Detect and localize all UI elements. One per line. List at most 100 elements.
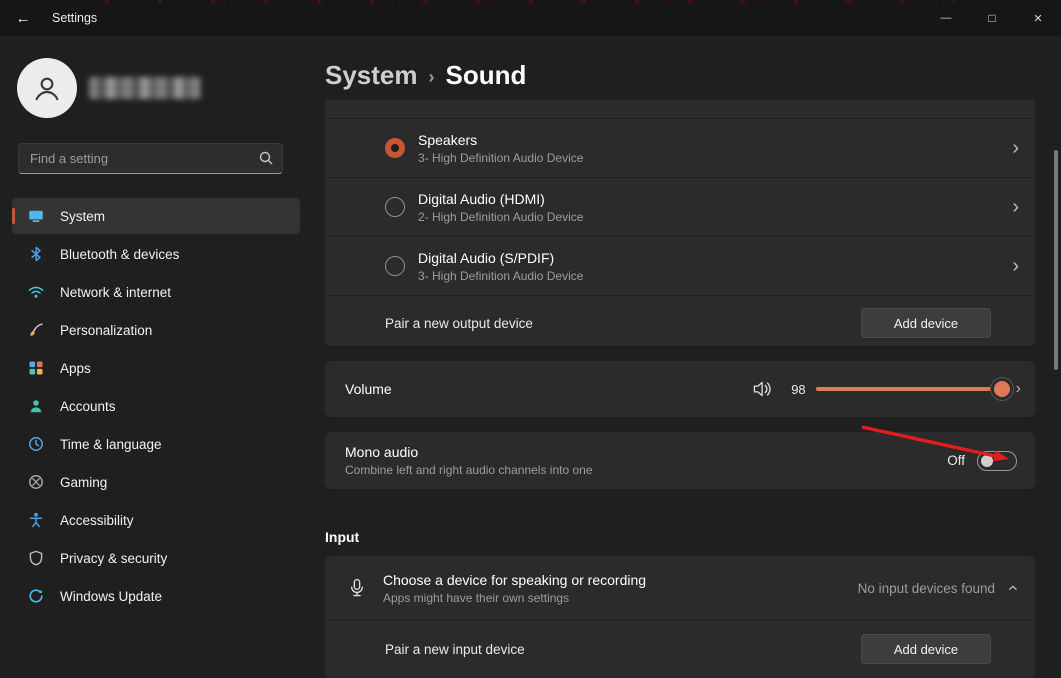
back-button[interactable]: ← [0, 0, 46, 36]
sidebar-item-privacy-security[interactable]: Privacy & security [12, 540, 300, 576]
shield-icon [28, 550, 44, 566]
device-row-digital-audio-hdmi[interactable]: Digital Audio (HDMI) 2- High Definition … [325, 178, 1035, 237]
radio-speakers[interactable] [385, 138, 405, 158]
volume-expand-chevron-icon[interactable]: › [1016, 381, 1021, 397]
section-title-input: Input [325, 529, 359, 545]
sidebar-item-label: Accounts [60, 399, 116, 414]
chevron-right-icon: › [1012, 197, 1019, 217]
sidebar-item-accounts[interactable]: Accounts [12, 388, 300, 424]
paintbrush-icon [28, 322, 44, 338]
output-devices-card: Speakers 3- High Definition Audio Device… [325, 100, 1035, 346]
mono-audio-card: Mono audio Combine left and right audio … [325, 432, 1035, 489]
sidebar-item-accessibility[interactable]: Accessibility [12, 502, 300, 538]
add-output-device-button[interactable]: Add device [861, 308, 991, 338]
accessibility-icon [28, 512, 44, 528]
avatar[interactable] [17, 58, 77, 118]
mono-audio-subtitle: Combine left and right audio channels in… [345, 463, 593, 477]
device-row-speakers[interactable]: Speakers 3- High Definition Audio Device… [325, 119, 1035, 178]
device-description: 2- High Definition Audio Device [418, 210, 583, 224]
search-icon[interactable] [259, 151, 273, 165]
back-arrow-icon: ← [16, 10, 31, 27]
sidebar-item-label: Time & language [60, 437, 162, 452]
add-input-device-button[interactable]: Add device [861, 634, 991, 664]
person-icon [28, 398, 44, 414]
minimize-button[interactable]: — [923, 0, 969, 36]
device-description: 3- High Definition Audio Device [418, 269, 583, 283]
input-device-row[interactable]: Choose a device for speaking or recordin… [325, 556, 1035, 621]
sidebar-item-label: Windows Update [60, 589, 162, 604]
apps-grid-icon [28, 360, 44, 376]
volume-slider-thumb[interactable] [994, 381, 1010, 397]
sidebar-item-windows-update[interactable]: Windows Update [12, 578, 300, 614]
wifi-icon [28, 284, 44, 300]
sidebar-item-label: Apps [60, 361, 91, 376]
volume-slider-fill [816, 387, 1002, 391]
sidebar-item-system[interactable]: System [12, 198, 300, 234]
sidebar-item-label: Personalization [60, 323, 152, 338]
minimize-icon: — [941, 12, 952, 24]
sidebar-item-time-language[interactable]: Time & language [12, 426, 300, 462]
input-choose-title: Choose a device for speaking or recordin… [383, 572, 646, 588]
sidebar-item-label: Network & internet [60, 285, 171, 300]
volume-slider[interactable] [816, 379, 1006, 399]
page-title: Sound [446, 60, 527, 91]
clipped-row [325, 100, 1035, 119]
sidebar-item-label: Accessibility [60, 513, 134, 528]
sidebar-item-bluetooth-devices[interactable]: Bluetooth & devices [12, 236, 300, 272]
device-name: Speakers [418, 132, 583, 148]
sidebar-item-label: Bluetooth & devices [60, 247, 179, 262]
clock-icon [28, 436, 44, 452]
sidebar-item-gaming[interactable]: Gaming [12, 464, 300, 500]
sidebar-item-personalization[interactable]: Personalization [12, 312, 300, 348]
pair-output-row: Pair a new output device Add device [325, 296, 1035, 346]
mono-audio-toggle[interactable] [977, 451, 1017, 471]
mono-audio-state-label: Off [947, 453, 965, 468]
device-name: Digital Audio (HDMI) [418, 191, 583, 207]
chevron-right-icon: › [1012, 256, 1019, 276]
chevron-up-icon[interactable]: › [1003, 585, 1021, 591]
input-card: Choose a device for speaking or recordin… [325, 556, 1035, 678]
input-choose-subtitle: Apps might have their own settings [383, 591, 646, 605]
pair-input-label: Pair a new input device [385, 642, 525, 657]
user-icon [31, 72, 63, 104]
scrollbar-thumb[interactable] [1054, 150, 1058, 370]
chevron-right-icon: › [1012, 138, 1019, 158]
device-row-digital-audio-spdif[interactable]: Digital Audio (S/PDIF) 3- High Definitio… [325, 237, 1035, 296]
close-icon: × [1034, 10, 1043, 27]
device-description: 3- High Definition Audio Device [418, 151, 583, 165]
titlebar: ← Settings — □ × [0, 0, 1061, 36]
bluetooth-icon [28, 246, 44, 262]
sidebar-item-label: Gaming [60, 475, 107, 490]
volume-value: 98 [784, 382, 806, 397]
radio-digital-audio-hdmi[interactable] [385, 197, 405, 217]
pair-output-label: Pair a new output device [385, 316, 533, 331]
sidebar-item-label: Privacy & security [60, 551, 167, 566]
microphone-icon [349, 578, 369, 598]
volume-label: Volume [345, 381, 392, 397]
user-name-redacted [89, 77, 201, 99]
maximize-icon: □ [988, 11, 995, 25]
radio-digital-audio-spdif[interactable] [385, 256, 405, 276]
sidebar-item-network-internet[interactable]: Network & internet [12, 274, 300, 310]
breadcrumb-separator-icon: › [429, 67, 435, 88]
sidebar-nav: System Bluetooth & devices Network & int… [0, 196, 312, 616]
search-box [18, 143, 283, 174]
breadcrumb: System › Sound [325, 60, 526, 91]
breadcrumb-system[interactable]: System [325, 60, 418, 91]
volume-card: Volume 98 › [325, 361, 1035, 417]
mono-audio-title: Mono audio [345, 444, 593, 460]
maximize-button[interactable]: □ [969, 0, 1015, 36]
device-name: Digital Audio (S/PDIF) [418, 250, 583, 266]
toggle-knob [981, 455, 993, 467]
search-input[interactable] [18, 143, 283, 174]
speaker-icon[interactable] [752, 380, 774, 398]
xbox-icon [28, 474, 44, 490]
close-button[interactable]: × [1015, 0, 1061, 36]
update-arrows-icon [28, 588, 44, 604]
pair-input-row: Pair a new input device Add device [325, 621, 1035, 677]
input-status: No input devices found [858, 581, 995, 596]
sidebar: System Bluetooth & devices Network & int… [0, 36, 312, 664]
app-title: Settings [52, 11, 97, 25]
sidebar-item-apps[interactable]: Apps [12, 350, 300, 386]
display-icon [28, 208, 44, 224]
